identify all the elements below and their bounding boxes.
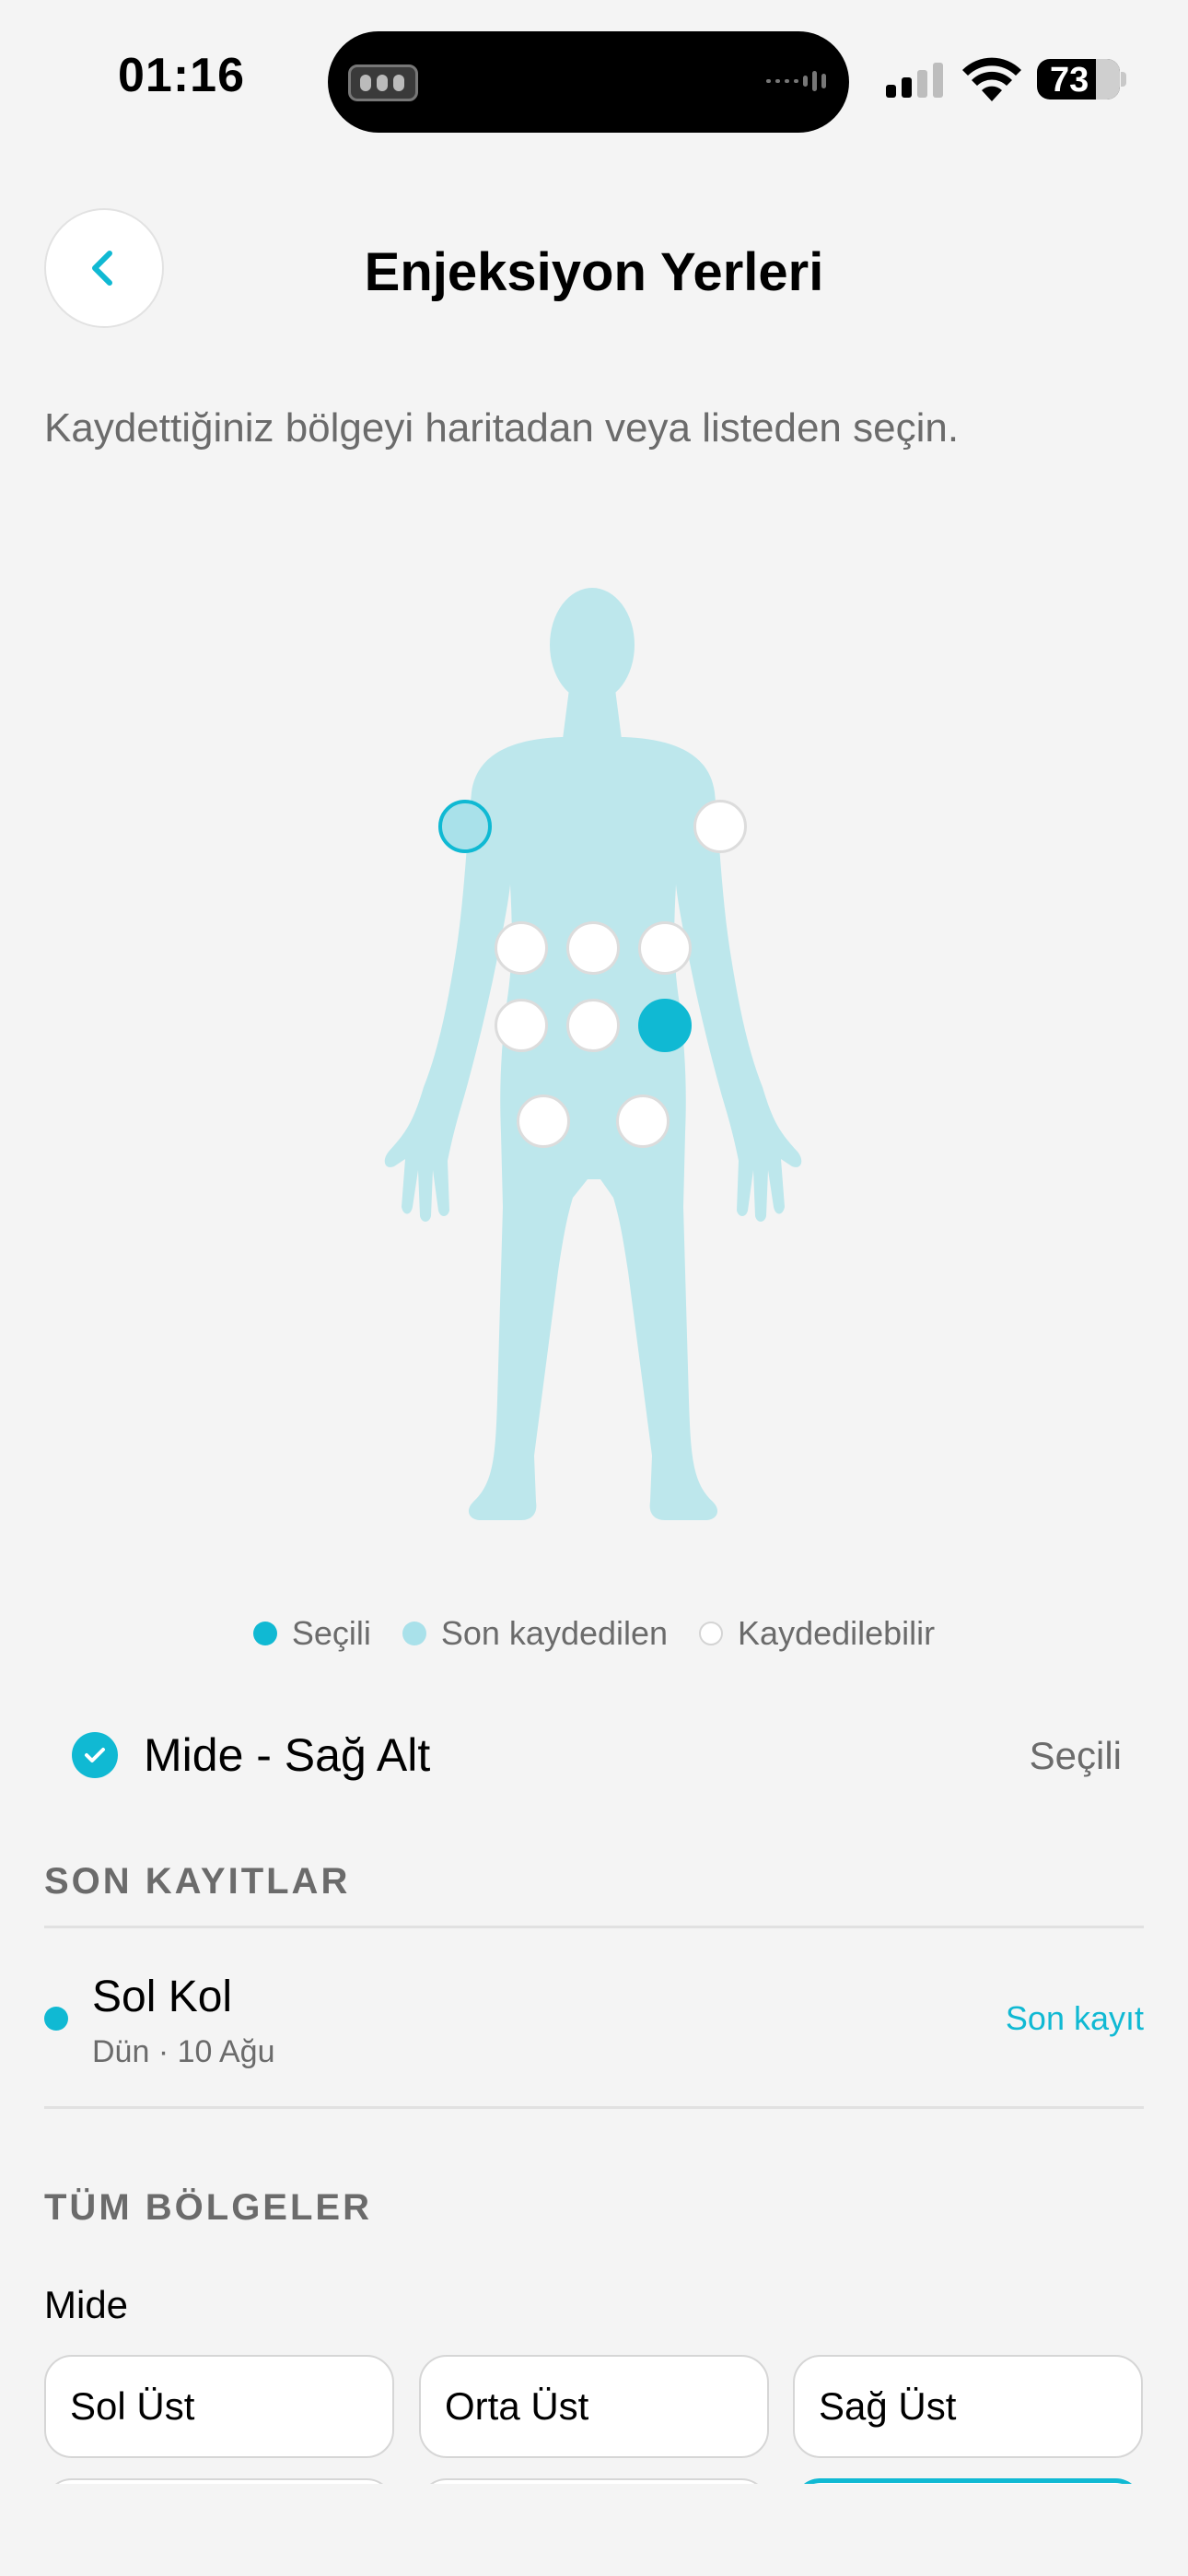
cellular-signal-icon bbox=[886, 61, 943, 98]
injection-spot-right-leg[interactable] bbox=[616, 1095, 670, 1148]
selected-zone-status: Seçili bbox=[1029, 1734, 1122, 1777]
injection-spot-left-leg[interactable] bbox=[517, 1095, 570, 1148]
injection-spot-abdomen-middle-upper[interactable] bbox=[566, 921, 620, 975]
injection-spot-abdomen-right-upper[interactable] bbox=[638, 921, 692, 975]
recent-item-date: Dün · 10 Ağu bbox=[92, 2034, 275, 2069]
injection-spot-right-arm[interactable] bbox=[693, 800, 747, 853]
zone-button-left-upper[interactable]: Sol Üst bbox=[44, 2355, 394, 2458]
divider bbox=[44, 2106, 1144, 2109]
legend-available-label: Kaydedilebilir bbox=[738, 1614, 936, 1652]
selected-zone-label: Mide - Sağ Alt bbox=[144, 1729, 431, 1781]
zone-group-label: Mide bbox=[44, 2283, 129, 2326]
legend-selected: Seçili bbox=[252, 1614, 371, 1653]
checkmark-icon bbox=[72, 1732, 118, 1778]
zone-button-middle-upper[interactable]: Orta Üst bbox=[419, 2355, 769, 2458]
injection-spot-abdomen-middle-lower[interactable] bbox=[566, 999, 620, 1052]
body-map bbox=[368, 571, 820, 1529]
recent-dot-icon bbox=[402, 1622, 426, 1645]
injection-spot-abdomen-left-lower[interactable] bbox=[495, 999, 548, 1052]
injection-spot-abdomen-left-upper[interactable] bbox=[495, 921, 548, 975]
legend-selected-label: Seçili bbox=[291, 1614, 371, 1652]
page-title: Enjeksiyon Yerleri bbox=[364, 242, 824, 302]
wifi-icon bbox=[962, 57, 1021, 101]
recent-section-heading: SON KAYITLAR bbox=[44, 1861, 351, 1902]
instruction-text: Kaydettiğiniz bölgeyi haritadan veya lis… bbox=[44, 405, 960, 451]
legend-recent-label: Son kaydedilen bbox=[440, 1614, 669, 1652]
recent-item-title[interactable]: Sol Kol bbox=[92, 1972, 232, 2022]
legend-available: Kaydedilebilir bbox=[699, 1614, 935, 1653]
now-playing-artwork-icon bbox=[348, 64, 418, 101]
battery-cap bbox=[1121, 72, 1126, 87]
selected-dot-icon bbox=[252, 1622, 277, 1645]
all-zones-heading: TÜM BÖLGELER bbox=[44, 2187, 372, 2228]
zone-button-right-upper[interactable]: Sağ Üst bbox=[793, 2355, 1143, 2458]
injection-spot-left-arm[interactable] bbox=[438, 800, 492, 853]
divider bbox=[44, 1926, 1144, 1928]
battery-icon: 73 bbox=[1037, 59, 1120, 100]
audio-waveform-icon bbox=[766, 68, 826, 94]
status-time: 01:16 bbox=[118, 49, 245, 102]
injection-spot-abdomen-right-lower[interactable] bbox=[638, 999, 692, 1052]
map-legend: Seçili Son kaydedilen Kaydedilebilir bbox=[0, 1614, 1188, 1653]
legend-recent: Son kaydedilen bbox=[402, 1614, 668, 1653]
scroll-edge bbox=[0, 2484, 1188, 2576]
recent-item-tag: Son kayıt bbox=[1005, 1999, 1144, 2037]
available-dot-icon bbox=[699, 1622, 724, 1645]
recent-indicator-dot bbox=[44, 2007, 68, 2031]
battery-level: 73 bbox=[1050, 61, 1089, 100]
